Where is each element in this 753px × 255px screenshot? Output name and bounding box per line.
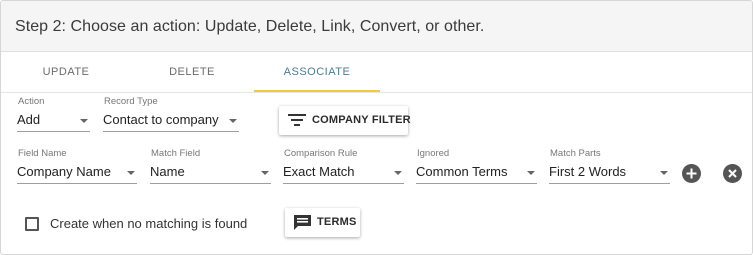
record-type-label: Record Type bbox=[104, 96, 158, 107]
match-field-label: Match Field bbox=[151, 148, 201, 159]
match-parts-select[interactable]: First 2 Words bbox=[549, 162, 670, 184]
record-type-select[interactable]: Contact to company bbox=[103, 110, 239, 132]
ignored-select[interactable]: Common Terms bbox=[416, 162, 537, 184]
active-tab-indicator bbox=[254, 90, 380, 92]
ignored-label: Ignored bbox=[417, 148, 450, 159]
company-filter-label: COMPANY FILTER bbox=[312, 114, 411, 126]
ignored-value: Common Terms bbox=[416, 164, 508, 179]
create-when-no-match-checkbox[interactable] bbox=[25, 217, 39, 231]
terms-button[interactable]: TERMS bbox=[285, 208, 360, 237]
field-name-value: Company Name bbox=[17, 164, 111, 179]
chevron-down-icon bbox=[229, 119, 237, 123]
match-parts-label: Match Parts bbox=[550, 148, 601, 159]
create-when-no-match-label: Create when no matching is found bbox=[50, 216, 248, 231]
chevron-down-icon bbox=[660, 171, 668, 175]
chevron-down-icon bbox=[127, 171, 135, 175]
match-field-select[interactable]: Name bbox=[150, 162, 271, 184]
action-select[interactable]: Add bbox=[17, 110, 90, 132]
step-header: Step 2: Choose an action: Update, Delete… bbox=[1, 1, 752, 52]
action-value: Add bbox=[17, 112, 41, 127]
terms-label: TERMS bbox=[317, 216, 357, 228]
field-name-label: Field Name bbox=[18, 148, 67, 159]
tab-associate[interactable]: ASSOCIATE bbox=[254, 53, 380, 93]
step-title: Step 2: Choose an action: Update, Delete… bbox=[15, 18, 485, 35]
step-panel: Step 2: Choose an action: Update, Delete… bbox=[0, 0, 753, 255]
message-text-icon bbox=[293, 214, 312, 234]
filter-list-icon bbox=[288, 112, 306, 131]
action-label: Action bbox=[18, 96, 45, 107]
plus-circle-icon[interactable] bbox=[682, 164, 701, 183]
match-parts-value: First 2 Words bbox=[549, 164, 627, 179]
comparison-rule-label: Comparison Rule bbox=[284, 148, 358, 159]
field-name-select[interactable]: Company Name bbox=[17, 162, 137, 184]
chevron-down-icon bbox=[527, 171, 535, 175]
tab-delete[interactable]: DELETE bbox=[127, 53, 257, 93]
chevron-down-icon bbox=[261, 171, 269, 175]
record-type-value: Contact to company bbox=[103, 112, 219, 127]
company-filter-button[interactable]: COMPANY FILTER bbox=[279, 106, 411, 135]
comparison-rule-select[interactable]: Exact Match bbox=[283, 162, 404, 184]
chevron-down-icon bbox=[394, 171, 402, 175]
action-tabs: UPDATE DELETE ASSOCIATE bbox=[1, 53, 752, 93]
match-field-value: Name bbox=[150, 164, 185, 179]
chevron-down-icon bbox=[80, 119, 88, 123]
comparison-rule-value: Exact Match bbox=[283, 164, 355, 179]
tab-update[interactable]: UPDATE bbox=[1, 53, 131, 93]
close-circle-icon[interactable] bbox=[723, 164, 742, 183]
